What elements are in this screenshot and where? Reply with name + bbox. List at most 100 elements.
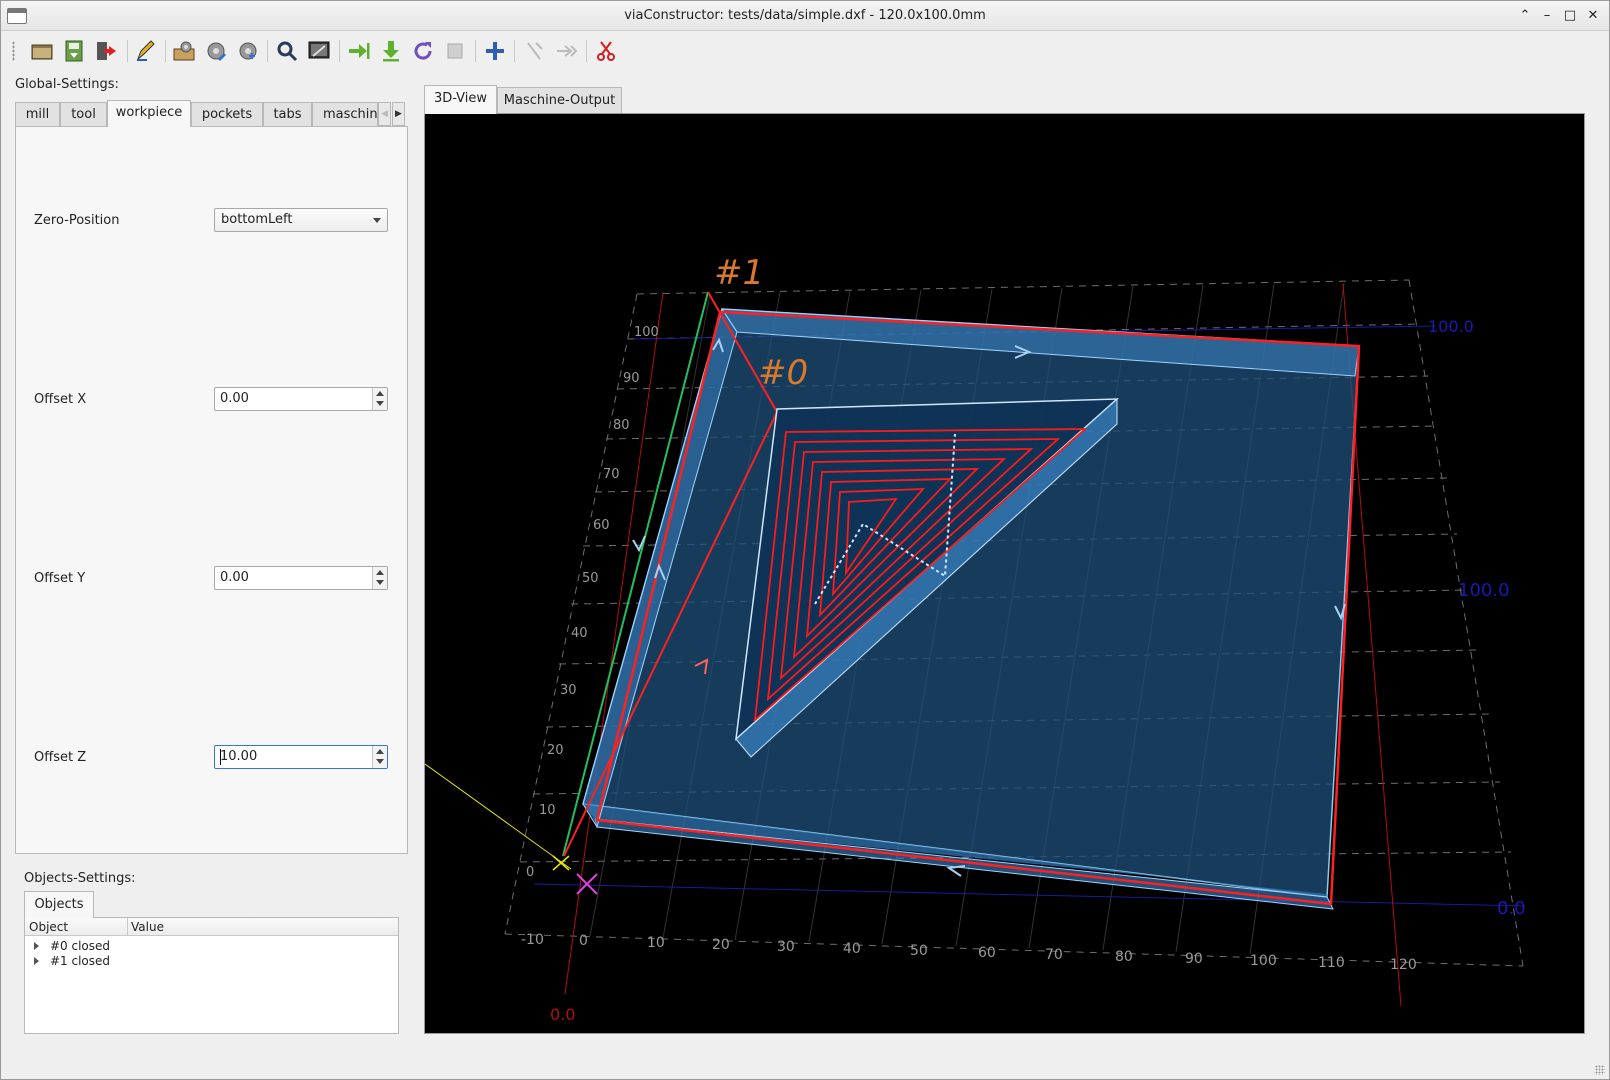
- spin-down-icon[interactable]: [376, 401, 384, 406]
- global-settings-heading: Global-Settings:: [15, 77, 119, 92]
- x-tick: 120: [1390, 957, 1417, 973]
- x-tick: 50: [910, 943, 928, 959]
- objects-settings-heading: Objects-Settings:: [24, 871, 136, 886]
- objects-tree: Object Value #0 closed #1 closed: [24, 917, 399, 1034]
- open-file-icon[interactable]: [28, 37, 56, 65]
- disabled-next-icon[interactable]: [552, 37, 580, 65]
- toolbar-separator: [339, 40, 340, 62]
- column-object[interactable]: Object: [29, 920, 68, 934]
- tab-mill[interactable]: mill: [15, 102, 60, 126]
- x-tick: 30: [777, 939, 795, 955]
- search-icon[interactable]: [273, 37, 301, 65]
- tree-row[interactable]: #0 closed: [25, 939, 398, 954]
- tree-row-label: #1 closed: [50, 954, 111, 968]
- x-tick: 100: [1250, 953, 1277, 969]
- toolbar-separator: [475, 40, 476, 62]
- tree-row-label: #0 closed: [50, 939, 111, 953]
- zero-position-select[interactable]: bottomLeft: [214, 208, 388, 232]
- tab-pockets[interactable]: pockets: [191, 102, 263, 126]
- y-tick: 10: [539, 803, 556, 818]
- tab-objects[interactable]: Objects: [24, 891, 94, 918]
- column-value[interactable]: Value: [127, 918, 164, 936]
- tree-row[interactable]: #1 closed: [25, 954, 398, 969]
- minimize-icon[interactable]: –: [1537, 6, 1557, 26]
- x-tick: 70: [1045, 947, 1063, 963]
- redraw-icon[interactable]: [409, 37, 437, 65]
- disabled-flip-icon[interactable]: [520, 37, 548, 65]
- y-tick: 30: [560, 683, 577, 698]
- maximize-icon[interactable]: □: [1560, 6, 1580, 26]
- tab-workpiece[interactable]: workpiece: [107, 100, 191, 127]
- z-marker-icon: [552, 855, 570, 871]
- x-tick: 90: [1185, 951, 1203, 967]
- offset-y-label: Offset Y: [34, 571, 86, 586]
- cut-tool-icon[interactable]: [592, 37, 620, 65]
- x-tick: 60: [978, 945, 996, 961]
- app-window: viaConstructor: tests/data/simple.dxf - …: [0, 0, 1610, 1080]
- text-cursor: [220, 749, 221, 765]
- offset-x-label: Offset X: [34, 392, 87, 407]
- zero-position-value: bottomLeft: [221, 212, 293, 227]
- x-tick: 0: [579, 933, 588, 949]
- spin-up-icon[interactable]: [376, 391, 384, 396]
- tab-tool[interactable]: tool: [60, 102, 107, 126]
- toolbar-separator: [127, 40, 128, 62]
- expand-arrow-icon[interactable]: [34, 957, 39, 965]
- zero-position-label: Zero-Position: [34, 213, 120, 228]
- tab-tabs[interactable]: tabs: [263, 102, 312, 126]
- y-tick: 0: [526, 865, 534, 880]
- save-setup-icon[interactable]: [202, 37, 230, 65]
- y-tick: 60: [593, 518, 610, 533]
- save-gcode-icon[interactable]: [60, 37, 88, 65]
- objects-table-header: Object Value: [25, 918, 398, 936]
- y-tick: 20: [547, 743, 564, 758]
- load-setup-icon[interactable]: [170, 37, 198, 65]
- y-tick: 40: [571, 626, 588, 641]
- 3d-viewport[interactable]: #1 #0 100.0 100.0 0.0 0.0 -10 0 10 20 30…: [424, 113, 1585, 1034]
- chevron-up-icon[interactable]: ⌃: [1515, 6, 1535, 26]
- window-resize-grip[interactable]: [1595, 1065, 1605, 1075]
- tab-scroll-left-icon[interactable]: ◀: [378, 102, 391, 126]
- x-tick: 40: [843, 941, 861, 957]
- y-tick: 50: [582, 571, 599, 586]
- add-object-icon[interactable]: [481, 37, 509, 65]
- y-tick: 90: [623, 371, 640, 386]
- toolbar-separator: [586, 40, 587, 62]
- spin-down-icon[interactable]: [376, 580, 384, 585]
- tab-scroll-right-icon[interactable]: ▶: [392, 102, 405, 126]
- offset-x-spinbox[interactable]: 0.00: [214, 387, 388, 411]
- save-default-icon[interactable]: [234, 37, 262, 65]
- spin-down-icon[interactable]: [376, 759, 384, 764]
- window-title: viaConstructor: tests/data/simple.dxf - …: [624, 8, 986, 23]
- toolbar-grip[interactable]: [12, 41, 15, 61]
- exit-icon[interactable]: [92, 37, 120, 65]
- offset-y-value: 0.00: [220, 570, 249, 585]
- tab-maschine-output[interactable]: Maschine-Output: [497, 87, 622, 113]
- tab-3d-view[interactable]: 3D-View: [424, 85, 497, 114]
- offset-z-spinbox[interactable]: 10.00: [214, 745, 388, 769]
- tab-maschine[interactable]: maschin: [312, 102, 378, 126]
- offset-x-value: 0.00: [220, 391, 249, 406]
- export-gcode-icon[interactable]: [345, 37, 373, 65]
- x-axis-line: [533, 883, 1526, 907]
- title-bar: viaConstructor: tests/data/simple.dxf - …: [1, 1, 1609, 31]
- toolbar-separator: [165, 40, 166, 62]
- draw-tool-icon[interactable]: [132, 37, 160, 65]
- spin-up-icon[interactable]: [376, 749, 384, 754]
- spin-up-icon[interactable]: [376, 570, 384, 575]
- download-gcode-icon[interactable]: [377, 37, 405, 65]
- offset-z-label: Offset Z: [34, 750, 87, 765]
- object-label-1: #1: [714, 253, 764, 293]
- toolbar-separator: [514, 40, 515, 62]
- view-2d-icon[interactable]: [305, 37, 333, 65]
- scale-label-origin-y: 0.0: [550, 1005, 575, 1024]
- 3d-scene[interactable]: #1 #0 100.0 100.0 0.0 0.0 -10 0 10 20 30…: [425, 114, 1585, 1034]
- x-tick: 110: [1318, 955, 1345, 971]
- expand-arrow-icon[interactable]: [34, 942, 39, 950]
- disabled-tool-icon[interactable]: [441, 37, 469, 65]
- scale-label-right: 100.0: [1458, 580, 1510, 601]
- offset-y-spinbox[interactable]: 0.00: [214, 566, 388, 590]
- close-icon[interactable]: ✕: [1583, 6, 1603, 26]
- x-tick: 80: [1115, 949, 1133, 965]
- x-tick: 10: [647, 935, 665, 951]
